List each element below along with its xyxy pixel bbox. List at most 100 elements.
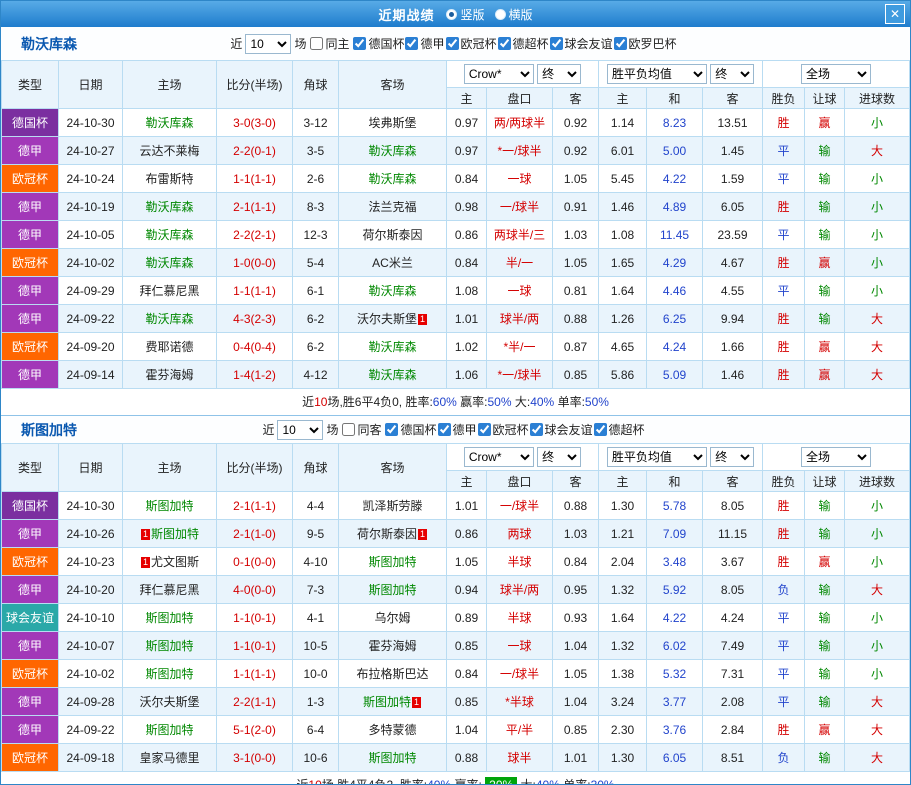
- match-row: 德甲24-10-05勒沃库森2-2(2-1)12-3荷尔斯泰因0.86两球半/三…: [2, 221, 910, 249]
- layout-radio-group: 竖版横版: [446, 6, 532, 23]
- asian-home-odds-cell: 0.84: [447, 165, 487, 193]
- league-checkbox-input[interactable]: [438, 423, 451, 436]
- league-checkbox-input[interactable]: [385, 423, 398, 436]
- team-link: AC米兰: [372, 256, 413, 270]
- handicap-result-cell: 输: [805, 305, 845, 333]
- euro-away-odds-cell: 1.59: [703, 165, 763, 193]
- league-checkbox[interactable]: 欧冠杯: [445, 35, 497, 52]
- league-checkbox[interactable]: 德国杯: [384, 421, 436, 438]
- league-checkbox-input[interactable]: [478, 423, 491, 436]
- close-button[interactable]: ✕: [885, 4, 905, 24]
- match-date-cell: 24-10-23: [59, 548, 123, 576]
- euro-draw-odds-cell: 4.24: [647, 333, 703, 361]
- league-checkbox-input[interactable]: [446, 37, 459, 50]
- match-row: 德甲24-09-29拜仁慕尼黑1-1(1-1)6-1勒沃库森1.08一球0.81…: [2, 277, 910, 305]
- handicap-cell: 半球: [487, 548, 553, 576]
- league-label: 欧罗巴杯: [629, 35, 677, 52]
- home-team-cell: 皇家马德里: [123, 744, 217, 772]
- scope-select[interactable]: 全场: [801, 447, 871, 467]
- league-checkbox-input[interactable]: [405, 37, 418, 50]
- team-link: 斯图加特: [368, 583, 416, 597]
- goals-result-cell: 小: [845, 520, 910, 548]
- match-row: 德甲24-09-22斯图加特5-1(2-0)6-4多特蒙德1.04平/半0.85…: [2, 716, 910, 744]
- euro-draw-odds-cell: 7.09: [647, 520, 703, 548]
- same-side-checkbox-input[interactable]: [310, 37, 323, 50]
- matches-table: 类型 日期 主场 比分(半场) 角球 客场 Crow* 终 胜平负均值 终: [1, 443, 910, 772]
- goals-result-cell: 大: [845, 576, 910, 604]
- result-cell: 胜: [763, 109, 805, 137]
- team-link: 斯图加特: [368, 555, 416, 569]
- euro-draw-odds-cell: 6.05: [647, 744, 703, 772]
- home-team-cell: 勒沃库森: [123, 221, 217, 249]
- home-team-cell: 布雷斯特: [123, 165, 217, 193]
- recent-count-select[interactable]: 10: [245, 34, 291, 54]
- matches-table: 类型 日期 主场 比分(半场) 角球 客场 Crow* 终 胜平负均值 终: [1, 60, 910, 389]
- same-side-checkbox[interactable]: 同客: [341, 421, 381, 438]
- euro-avg-select[interactable]: 胜平负均值: [607, 64, 707, 84]
- euro-home-odds-cell: 1.65: [599, 249, 647, 277]
- asian-stage-select[interactable]: 终: [537, 64, 581, 84]
- asian-stage-select[interactable]: 终: [537, 447, 581, 467]
- handicap-cell: 一球: [487, 277, 553, 305]
- scope-select[interactable]: 全场: [801, 64, 871, 84]
- corner-cell: 6-4: [293, 716, 339, 744]
- league-checkbox[interactable]: 欧冠杯: [477, 421, 529, 438]
- league-checkbox-input[interactable]: [614, 37, 627, 50]
- league-checkbox[interactable]: 德甲: [404, 35, 444, 52]
- euro-avg-select[interactable]: 胜平负均值: [607, 447, 707, 467]
- league-checkbox[interactable]: 球会友谊: [529, 421, 593, 438]
- home-team-cell: 拜仁慕尼黑: [123, 576, 217, 604]
- league-checkbox-input[interactable]: [353, 37, 366, 50]
- euro-away-odds-cell: 7.49: [703, 632, 763, 660]
- result-cell: 胜: [763, 361, 805, 389]
- table-filter-row: 类型 日期 主场 比分(半场) 角球 客场 Crow* 终 胜平负均值 终: [2, 61, 910, 88]
- handicap-result-cell: 输: [805, 744, 845, 772]
- corner-cell: 2-6: [293, 165, 339, 193]
- team-link: 勒沃库森: [368, 172, 416, 186]
- col-header-home: 主场: [123, 444, 217, 492]
- asian-away-odds-cell: 1.01: [553, 744, 599, 772]
- euro-away-odds-cell: 8.05: [703, 576, 763, 604]
- corner-cell: 7-3: [293, 576, 339, 604]
- odds-company-select[interactable]: Crow*: [464, 447, 534, 467]
- euro-stage-select[interactable]: 终: [710, 64, 754, 84]
- same-side-checkbox[interactable]: 同主: [309, 35, 349, 52]
- league-label: 德超杯: [513, 35, 549, 52]
- odds-company-select[interactable]: Crow*: [464, 64, 534, 84]
- league-checkbox-input[interactable]: [498, 37, 511, 50]
- radio-label: 竖版: [460, 6, 484, 23]
- handicap-result-cell: 输: [805, 193, 845, 221]
- euro-stage-select[interactable]: 终: [710, 447, 754, 467]
- league-filters: 德国杯德甲欧冠杯球会友谊德超杯: [384, 421, 644, 439]
- col-header-euro-draw: 和: [647, 88, 703, 109]
- same-side-checkbox-input[interactable]: [342, 423, 355, 436]
- summary-segment: 60%: [433, 395, 457, 409]
- handicap-result-cell: 输: [805, 520, 845, 548]
- col-header-asian-away: 客: [553, 88, 599, 109]
- corner-cell: 12-3: [293, 221, 339, 249]
- league-label: 德甲: [420, 35, 444, 52]
- col-header-euro-home: 主: [599, 471, 647, 492]
- euro-away-odds-cell: 1.66: [703, 333, 763, 361]
- league-checkbox[interactable]: 德国杯: [352, 35, 404, 52]
- handicap-cell: *一/球半: [487, 137, 553, 165]
- recent-count-select[interactable]: 10: [277, 420, 323, 440]
- layout-radio-0[interactable]: 竖版: [446, 6, 484, 23]
- league-checkbox[interactable]: 德超杯: [497, 35, 549, 52]
- corner-cell: 1-3: [293, 688, 339, 716]
- league-checkbox[interactable]: 德超杯: [593, 421, 645, 438]
- league-checkbox-input[interactable]: [530, 423, 543, 436]
- euro-away-odds-cell: 11.15: [703, 520, 763, 548]
- layout-radio-1[interactable]: 横版: [495, 6, 533, 23]
- league-checkbox[interactable]: 德甲: [437, 421, 477, 438]
- league-checkbox[interactable]: 球会友谊: [549, 35, 613, 52]
- handicap-result-cell: 输: [805, 277, 845, 305]
- league-checkbox-input[interactable]: [594, 423, 607, 436]
- corner-cell: 10-6: [293, 744, 339, 772]
- team-link: 斯图加特: [145, 639, 193, 653]
- league-checkbox[interactable]: 欧罗巴杯: [613, 35, 677, 52]
- red-card-badge: 1: [418, 314, 427, 325]
- league-label: 德甲: [453, 421, 477, 438]
- league-checkbox-input[interactable]: [550, 37, 563, 50]
- section-summary: 近10场,胜6平4负0, 胜率:60% 赢率:50% 大:40% 单率:50%: [1, 389, 910, 415]
